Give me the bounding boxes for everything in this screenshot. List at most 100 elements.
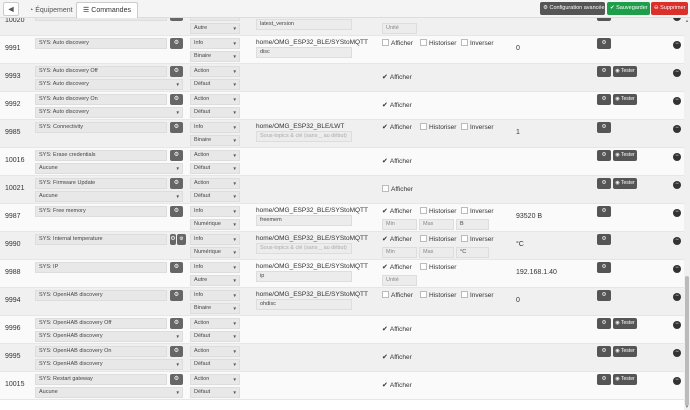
command-name-input[interactable]: SYS: IP xyxy=(35,262,167,273)
advanced-command-config-button[interactable]: ⚙ xyxy=(597,94,611,105)
remove-command-button[interactable]: − xyxy=(673,265,681,273)
subtype-select[interactable]: Défaut ▼ xyxy=(190,107,240,118)
json-key-input[interactable]: Sous-topics & clé (sans _ au début) xyxy=(256,243,352,254)
remove-command-button[interactable]: − xyxy=(673,349,681,357)
advanced-command-config-button[interactable]: ⚙ xyxy=(597,122,611,133)
afficher-checkbox[interactable]: ✔ Afficher xyxy=(382,73,412,81)
inverser-checkbox[interactable]: Inverser xyxy=(461,291,493,299)
remove-command-button[interactable]: − xyxy=(673,181,681,189)
advanced-command-config-button[interactable]: ⚙ xyxy=(597,206,611,217)
command-name-input[interactable]: SYS: Auto discovery On xyxy=(35,94,167,105)
test-button[interactable]: ◉ Tester xyxy=(613,318,637,329)
test-button[interactable]: ◉ Tester xyxy=(613,374,637,385)
delete-button[interactable]: ⊖ Supprimer xyxy=(651,2,688,15)
remove-command-button[interactable]: − xyxy=(673,377,681,385)
command-config-button[interactable]: ⚙ xyxy=(170,178,183,189)
advanced-command-config-button[interactable]: ⚙ xyxy=(597,318,611,329)
test-button[interactable]: ◉ Tester xyxy=(613,150,637,161)
command-name-input[interactable]: SYS: Connectivity xyxy=(35,122,167,133)
json-key-input[interactable]: freemem xyxy=(256,215,352,226)
save-button[interactable]: ✔ Sauvegarder xyxy=(607,2,650,15)
afficher-checkbox[interactable]: ✔ Afficher xyxy=(382,101,412,109)
scroll-up-arrow-icon[interactable]: ▲ xyxy=(684,18,690,24)
json-key-input[interactable]: Sous-topics & clé (sans _ au début) xyxy=(256,131,352,142)
advanced-config-button[interactable]: ⚙ Configuration avancée xyxy=(540,2,605,15)
tab-commandes[interactable]: ☰ Commandes xyxy=(76,2,138,18)
inverser-checkbox[interactable]: Inverser xyxy=(461,123,493,131)
historiser-checkbox[interactable]: Historiser xyxy=(420,263,456,271)
advanced-command-config-button[interactable]: ⚙ xyxy=(597,374,611,385)
type-select[interactable]: Info▼ xyxy=(190,234,240,245)
inverser-checkbox[interactable]: Inverser xyxy=(461,207,493,215)
value-select[interactable]: SYS: Auto discovery ▼ xyxy=(35,107,183,118)
command-config-button[interactable]: ⚙ xyxy=(170,122,183,133)
command-config-button[interactable]: ⚙ xyxy=(170,318,183,329)
command-config-button[interactable]: ⚙ xyxy=(170,290,183,301)
command-config-button[interactable]: ⚙ xyxy=(170,206,183,217)
historiser-checkbox[interactable]: Historiser xyxy=(420,18,456,19)
advanced-command-config-button[interactable]: ⚙ xyxy=(597,18,611,21)
afficher-checkbox[interactable]: Afficher xyxy=(382,185,413,193)
subtype-select[interactable]: Défaut ▼ xyxy=(190,331,240,342)
remove-command-button[interactable]: − xyxy=(673,321,681,329)
unit-input[interactable]: Unité xyxy=(382,275,417,286)
subtype-select[interactable]: Binaire ▼ xyxy=(190,303,240,314)
test-button[interactable]: ◉ Tester xyxy=(613,346,637,357)
historiser-checkbox[interactable]: Historiser xyxy=(420,39,456,47)
remove-command-button[interactable]: − xyxy=(673,18,681,21)
remove-command-button[interactable]: − xyxy=(673,209,681,217)
value-select[interactable]: SYS: OpenHAB discovery ▼ xyxy=(35,331,183,342)
type-select[interactable]: Action ▼ xyxy=(190,374,240,385)
subtype-select[interactable]: Binaire ▼ xyxy=(190,51,240,62)
json-key-input[interactable]: ohdisc xyxy=(256,299,352,310)
remove-command-button[interactable]: − xyxy=(673,97,681,105)
historiser-checkbox[interactable]: Historiser xyxy=(420,291,456,299)
remove-command-button[interactable]: − xyxy=(673,69,681,77)
json-key-input[interactable]: latest_version xyxy=(256,19,352,30)
subtype-select[interactable]: Binaire ▼ xyxy=(190,135,240,146)
subtype-select[interactable]: Défaut ▼ xyxy=(190,191,240,202)
historiser-checkbox[interactable]: Historiser xyxy=(420,207,456,215)
scrollbar[interactable]: ▲ ▼ xyxy=(684,18,690,410)
subtype-select[interactable]: Autre ▼ xyxy=(190,275,240,286)
command-config-button[interactable]: ⚙ xyxy=(170,94,183,105)
type-select[interactable]: Action ▼ xyxy=(190,94,240,105)
command-config-button[interactable]: ⚙ xyxy=(170,374,183,385)
unit-input[interactable]: B xyxy=(456,219,489,230)
command-name-input[interactable]: SYS: OpenHAB discovery Off xyxy=(35,318,167,329)
type-select[interactable]: Info▼ xyxy=(190,290,240,301)
min-input[interactable]: Min xyxy=(382,219,417,230)
command-name-input[interactable]: SYS: OpenHAB discovery xyxy=(35,290,167,301)
advanced-command-config-button[interactable]: ⚙ xyxy=(597,38,611,49)
afficher-checkbox[interactable]: ✔ Afficher xyxy=(382,381,412,389)
advanced-command-config-button[interactable]: ⚙ xyxy=(597,290,611,301)
type-select[interactable]: Info▼ xyxy=(190,206,240,217)
test-button[interactable]: ◉ Tester xyxy=(613,94,637,105)
advanced-command-config-button[interactable]: ⚙ xyxy=(597,150,611,161)
command-name-input[interactable]: Dernière version xyxy=(35,18,167,21)
subtype-select[interactable]: Défaut ▼ xyxy=(190,387,240,398)
command-config-button[interactable]: ⚙ xyxy=(170,18,183,21)
command-config-button[interactable]: ⚙ xyxy=(170,38,183,49)
afficher-checkbox[interactable]: ✔ Afficher xyxy=(382,353,412,361)
command-name-input[interactable]: SYS: OpenHAB discovery On xyxy=(35,346,167,357)
json-key-input[interactable]: ip xyxy=(256,271,352,282)
afficher-checkbox[interactable]: ✔ Afficher xyxy=(382,263,412,271)
type-select[interactable]: Action ▼ xyxy=(190,318,240,329)
inverser-checkbox[interactable]: Inverser xyxy=(461,235,493,243)
command-config-button[interactable]: ⚙ xyxy=(170,150,183,161)
command-config-button[interactable]: ⚙ xyxy=(170,234,176,245)
remove-command-button[interactable]: − xyxy=(673,125,681,133)
type-select[interactable]: Info▼ xyxy=(190,18,240,21)
type-select[interactable]: Info▼ xyxy=(190,122,240,133)
command-name-input[interactable]: SYS: Erase credentials xyxy=(35,150,167,161)
subtype-select[interactable]: Défaut ▼ xyxy=(190,359,240,370)
tab-equipement[interactable]: ◔ Équipement xyxy=(22,2,80,18)
remove-command-button[interactable]: − xyxy=(673,293,681,301)
advanced-command-config-button[interactable]: ⚙ xyxy=(597,234,611,245)
command-name-input[interactable]: SYS: Auto discovery Off xyxy=(35,66,167,77)
command-config-button[interactable]: ⚙ xyxy=(170,66,183,77)
command-config-button-2[interactable]: ⚙ xyxy=(177,234,186,245)
afficher-checkbox[interactable]: ✔ Afficher xyxy=(382,325,412,333)
afficher-checkbox[interactable]: ✔ Afficher xyxy=(382,123,412,131)
